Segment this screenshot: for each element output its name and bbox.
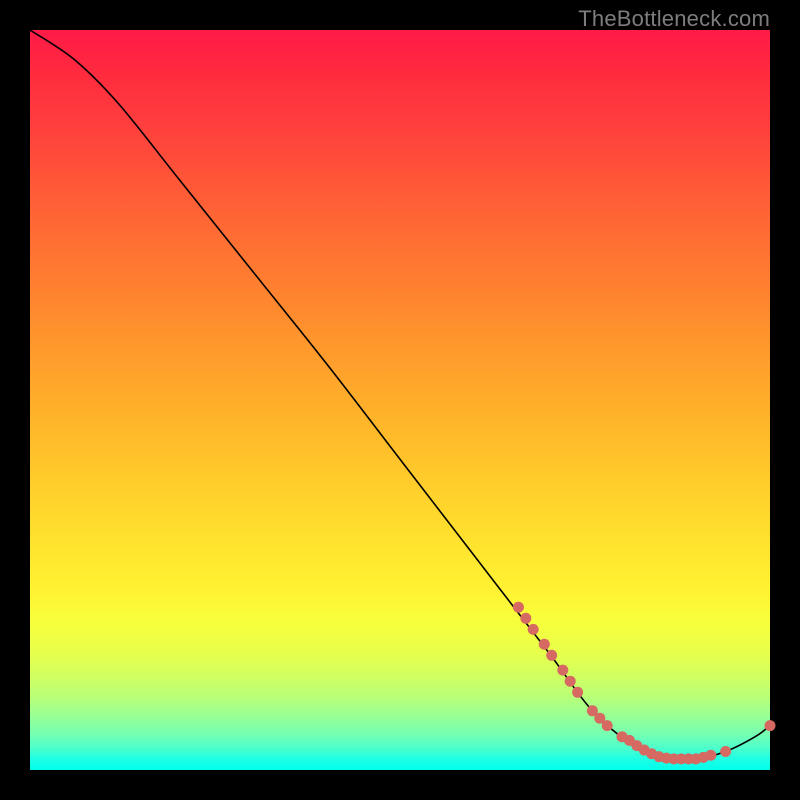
attribution-text: TheBottleneck.com <box>578 6 770 32</box>
data-marker <box>520 613 531 624</box>
data-marker <box>539 639 550 650</box>
chart-svg <box>30 30 770 770</box>
data-marker <box>513 602 524 613</box>
data-marker <box>720 746 731 757</box>
data-marker <box>705 750 716 761</box>
data-marker <box>546 650 557 661</box>
marker-group <box>513 602 776 765</box>
data-marker <box>572 687 583 698</box>
data-marker <box>528 624 539 635</box>
data-marker <box>565 676 576 687</box>
data-marker <box>765 720 776 731</box>
data-marker <box>557 665 568 676</box>
chart-container: TheBottleneck.com <box>0 0 800 800</box>
curve-group <box>30 30 770 760</box>
data-marker <box>602 720 613 731</box>
bottleneck-curve <box>30 30 770 760</box>
plot-gradient-background <box>30 30 770 770</box>
